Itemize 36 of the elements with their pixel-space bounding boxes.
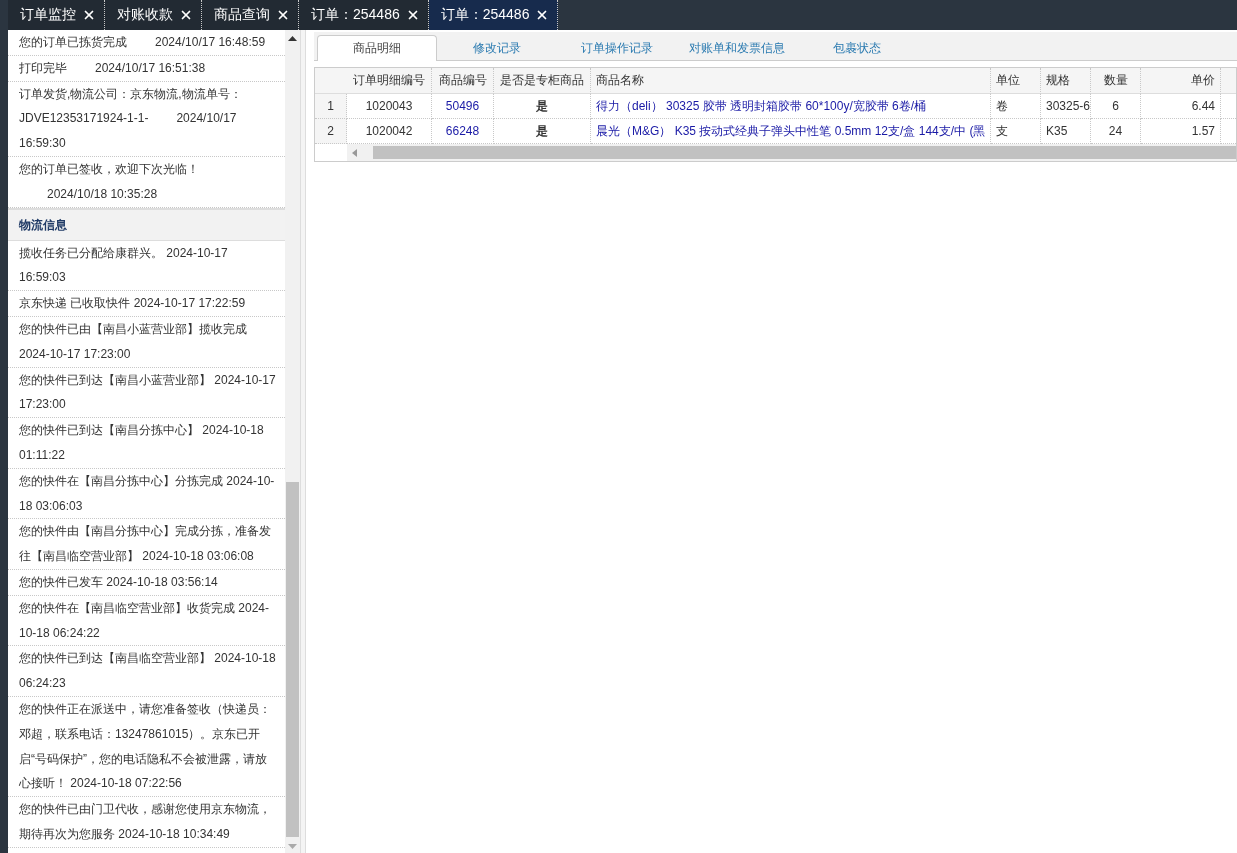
- column-header: 是否是专柜商品: [494, 68, 591, 94]
- page-tab[interactable]: 订单：254486: [299, 0, 429, 30]
- row-number: 1: [315, 94, 347, 119]
- column-header: 单位: [991, 68, 1041, 94]
- table-cell: 30325-6: [1041, 94, 1091, 119]
- vertical-scrollbar[interactable]: [285, 30, 301, 853]
- column-header: 单价: [1141, 68, 1221, 94]
- detail-tab[interactable]: 修改记录: [437, 36, 557, 60]
- column-header: 订单明细编号: [347, 68, 432, 94]
- page-tab[interactable]: 订单监控: [8, 0, 105, 30]
- detail-tab[interactable]: 订单操作记录: [557, 36, 677, 60]
- product-link[interactable]: 得力（deli） 30325 胶带 透明封箱胶带 60*100y/宽胶带 6卷/桶: [591, 94, 991, 119]
- page-tab[interactable]: 商品查询: [202, 0, 299, 30]
- column-header: 商品名称: [591, 68, 991, 94]
- filler-header-cell: [1221, 68, 1236, 94]
- close-icon[interactable]: [276, 8, 290, 22]
- page-tab[interactable]: 对账收款: [105, 0, 202, 30]
- column-header: 规格: [1041, 68, 1091, 94]
- section-title: 物流信息: [8, 207, 285, 241]
- table-cell: 1020043: [347, 94, 432, 119]
- detail-tab[interactable]: 包裹状态: [797, 36, 917, 60]
- corner-header-cell: [315, 68, 347, 94]
- table-cell: 6: [1091, 94, 1141, 119]
- row-number: 2: [315, 119, 347, 144]
- detail-tab[interactable]: 商品明细: [317, 35, 437, 61]
- table-cell: 是: [494, 94, 591, 119]
- column-header: 商品编号: [432, 68, 494, 94]
- page-tab[interactable]: 订单：254486: [428, 0, 559, 30]
- close-icon[interactable]: [82, 8, 96, 22]
- detail-tab[interactable]: 对账单和发票信息: [677, 36, 797, 60]
- column-header: 数量: [1091, 68, 1141, 94]
- close-icon[interactable]: [179, 8, 193, 22]
- up-arrow-icon[interactable]: [286, 34, 299, 44]
- table-cell: 卷: [991, 94, 1041, 119]
- product-link[interactable]: 50496: [432, 94, 494, 119]
- horizontal-scrollbar[interactable]: [347, 144, 1236, 161]
